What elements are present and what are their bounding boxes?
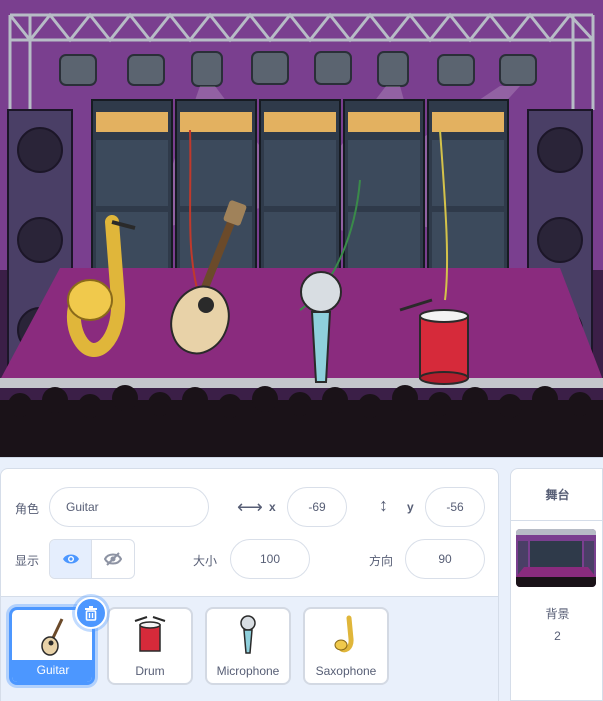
trash-icon [85, 606, 97, 621]
saxophone-thumbnail [305, 609, 387, 661]
stage-canvas[interactable] [0, 0, 603, 458]
stage-thumbnail[interactable] [516, 529, 596, 587]
vertical-arrows-icon: ↕ [379, 495, 388, 515]
drum-thumbnail [109, 609, 191, 661]
show-label: 显示 [15, 554, 40, 568]
size-input[interactable]: 100 [230, 539, 310, 579]
backdrops-count: 2 [554, 629, 561, 643]
delete-sprite-button[interactable] [75, 597, 107, 629]
hide-button[interactable] [92, 540, 134, 578]
amplifiers [91, 99, 509, 291]
sprite-name-saxophone: Saxophone [315, 664, 377, 678]
crowd [0, 385, 603, 457]
horizontal-arrows-icon: ⟷ [237, 497, 263, 517]
eye-slash-icon [104, 552, 122, 566]
sprite-properties: 角色 Guitar ⟷ x -69 ↕ y -56 显示 大小 100 方向 9… [1, 469, 498, 597]
show-button[interactable] [50, 540, 93, 578]
stage-title: 舞台 [511, 469, 603, 521]
microphone-thumbnail [207, 609, 289, 661]
sprite-name-drum: Drum [135, 664, 165, 678]
sprite-tile-drum[interactable]: Drum [107, 607, 193, 685]
sprite-tile-saxophone[interactable]: Saxophone [303, 607, 389, 685]
eye-icon [62, 554, 79, 564]
visibility-toggle [49, 539, 135, 579]
sprite-list: Guitar Drum Microphone Saxophone [1, 596, 498, 701]
sprite-name-input[interactable]: Guitar [49, 487, 209, 527]
y-label: y [407, 500, 414, 514]
sprite-name-microphone: Microphone [216, 664, 280, 678]
sprite-name-guitar: Guitar [12, 660, 92, 682]
direction-label: 方向 [369, 554, 394, 568]
backdrops-label: 背景 [545, 607, 570, 621]
sprite-info-panel: 角色 Guitar ⟷ x -69 ↕ y -56 显示 大小 100 方向 9… [0, 468, 499, 701]
x-label: x [269, 500, 276, 514]
stage-selector[interactable]: 舞台 背景 2 [510, 468, 603, 701]
sprite-label: 角色 [15, 502, 40, 516]
direction-input[interactable]: 90 [405, 539, 485, 579]
y-input[interactable]: -56 [425, 487, 485, 527]
x-input[interactable]: -69 [287, 487, 347, 527]
size-label: 大小 [193, 554, 218, 568]
sprite-tile-microphone[interactable]: Microphone [205, 607, 291, 685]
